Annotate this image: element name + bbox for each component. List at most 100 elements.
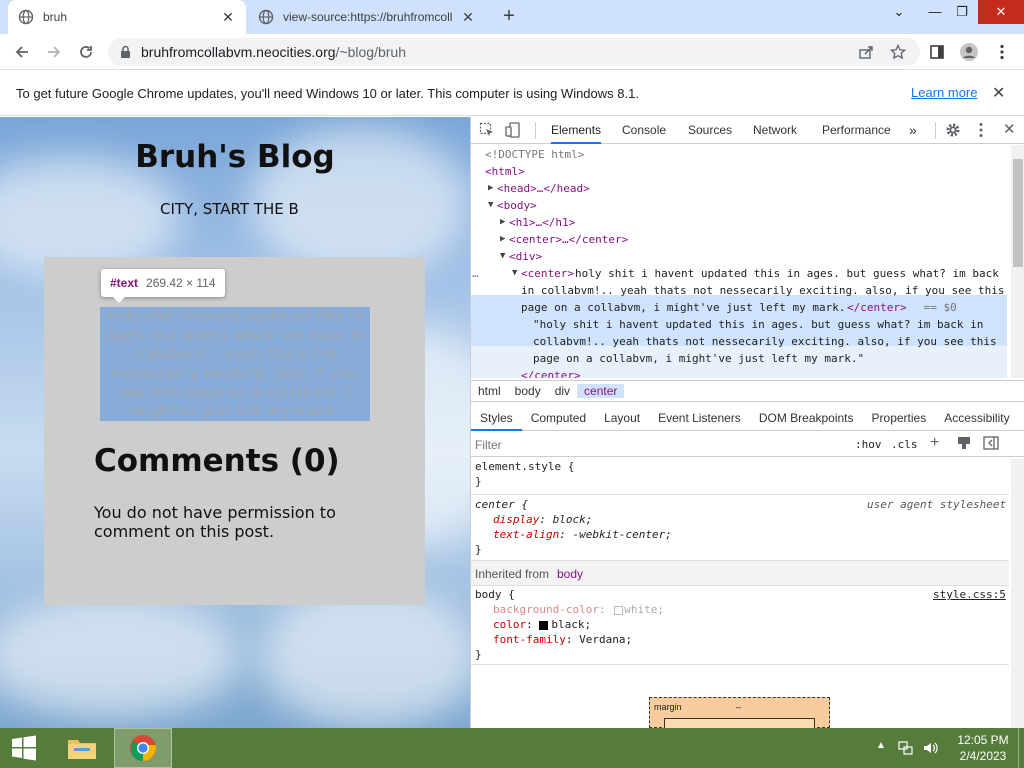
styles-filter-row: :hov .cls +: [471, 432, 1024, 457]
share-button[interactable]: [854, 40, 878, 64]
expand-arrow-icon[interactable]: ▶: [488, 180, 493, 197]
breadcrumb-html[interactable]: html: [471, 384, 508, 398]
back-button[interactable]: [10, 40, 34, 64]
tab-console[interactable]: Console: [622, 117, 666, 144]
close-tab-icon[interactable]: ✕: [460, 9, 476, 26]
breadcrumb-center[interactable]: center: [577, 384, 625, 398]
center-rule-selector[interactable]: center {: [475, 498, 528, 513]
text-node-line[interactable]: collabvm!.. yeah thats not nessecarily e…: [533, 333, 997, 350]
menu-button[interactable]: [990, 40, 1014, 64]
start-button[interactable]: [0, 728, 48, 768]
tab-performance[interactable]: Performance: [822, 117, 891, 144]
toolbar-divider: [535, 122, 536, 139]
tab-search-button[interactable]: ⌄: [882, 0, 916, 24]
system-clock[interactable]: 12:05 PM 2/4/2023: [948, 732, 1018, 764]
new-style-rule-icon[interactable]: +: [930, 434, 939, 452]
subtab-dom-breakpoints[interactable]: DOM Breakpoints: [750, 405, 863, 431]
tab-elements[interactable]: Elements: [551, 117, 602, 144]
toggle-sidebar-icon[interactable]: [983, 436, 999, 453]
rule-close: }: [475, 475, 482, 488]
html-node[interactable]: <html>: [485, 163, 525, 180]
color-swatch[interactable]: [614, 606, 623, 615]
tab-bruh[interactable]: bruh ✕: [8, 0, 246, 34]
elements-scrollbar-thumb[interactable]: [1013, 159, 1023, 267]
body-node[interactable]: <body>: [497, 197, 537, 214]
show-hidden-icons-icon[interactable]: ▲: [876, 740, 886, 751]
hover-state-toggle[interactable]: :hov: [855, 438, 882, 451]
subtab-properties[interactable]: Properties: [863, 405, 936, 431]
expand-arrow-icon[interactable]: ▶: [500, 214, 505, 231]
tab-strip: bruh ✕ view-source:https://bruhfromcoll …: [0, 0, 1024, 34]
volume-icon[interactable]: [922, 740, 938, 759]
close-window-button[interactable]: ✕: [978, 0, 1024, 24]
div-node[interactable]: <div>: [509, 248, 542, 265]
inspect-element-icon[interactable]: [479, 122, 495, 141]
reload-button[interactable]: [74, 40, 98, 64]
side-panel-button[interactable]: [925, 40, 949, 64]
network-icon[interactable]: [898, 740, 914, 759]
breadcrumb-div[interactable]: div: [548, 384, 577, 398]
collapse-arrow-icon[interactable]: ▼: [488, 197, 493, 214]
inspect-tooltip: #text 269.42 × 114: [101, 269, 225, 303]
file-explorer-button[interactable]: [58, 728, 106, 768]
text-node-line[interactable]: page on a collabvm, i might've just left…: [533, 350, 864, 367]
restore-button[interactable]: ❐: [945, 0, 979, 24]
subtab-event-listeners[interactable]: Event Listeners: [649, 405, 750, 431]
style-source-link[interactable]: style.css:5: [933, 588, 1006, 603]
chrome-taskbar-button[interactable]: [114, 728, 172, 768]
tooltip-node-name: #text: [110, 276, 139, 290]
address-bar[interactable]: bruhfromcollabvm.neocities.org/~blog/bru…: [108, 38, 920, 66]
tab-title: bruh: [43, 10, 68, 24]
settings-gear-icon[interactable]: [945, 122, 961, 141]
expand-arrow-icon[interactable]: ▶: [500, 231, 505, 248]
inherited-from-link[interactable]: body: [557, 567, 583, 581]
box-model-diagram[interactable]: margin –: [649, 697, 830, 730]
head-node[interactable]: <head>…</head>: [497, 180, 590, 197]
tab-sources[interactable]: Sources: [688, 117, 732, 144]
h1-node[interactable]: <h1>…</h1>: [509, 214, 575, 231]
class-toggle[interactable]: .cls: [891, 438, 918, 451]
tab-view-source[interactable]: view-source:https://bruhfromcoll ✕: [248, 0, 486, 34]
css-property-value: block;: [552, 513, 593, 526]
collapse-arrow-icon[interactable]: ▼: [512, 265, 517, 282]
learn-more-link[interactable]: Learn more: [911, 85, 977, 100]
collapse-arrow-icon[interactable]: ▼: [500, 248, 505, 265]
box-model-margin-value: –: [736, 702, 742, 712]
devtools-menu-icon[interactable]: [979, 122, 983, 141]
text-node-line[interactable]: "holy shit i havent updated this in ages…: [533, 316, 983, 333]
body-rule-selector[interactable]: body {: [475, 588, 515, 603]
tooltip-arrow: [113, 297, 125, 303]
center-node[interactable]: <center>…</center>: [509, 231, 628, 248]
profile-button[interactable]: [957, 40, 981, 64]
close-tab-icon[interactable]: ✕: [220, 9, 236, 26]
center-open-tag[interactable]: <center>: [521, 265, 574, 282]
element-style-rule[interactable]: element.style {: [475, 460, 574, 475]
node-actions-icon[interactable]: …: [472, 265, 479, 282]
styles-filter-input[interactable]: [475, 435, 835, 454]
subtab-styles[interactable]: Styles: [471, 405, 522, 431]
bookmark-button[interactable]: [886, 40, 910, 64]
device-toolbar-icon[interactable]: [505, 122, 523, 141]
subtab-computed[interactable]: Computed: [522, 405, 595, 431]
color-swatch[interactable]: [539, 621, 548, 630]
folder-icon: [68, 740, 96, 759]
css-property: color: black;: [493, 618, 592, 631]
forward-button[interactable]: [42, 40, 66, 64]
tab-title: view-source:https://bruhfromcoll: [283, 10, 453, 24]
center-end-tag[interactable]: </center>: [521, 367, 581, 378]
lock-icon[interactable]: [120, 45, 131, 59]
back-arrow-icon: [15, 46, 28, 58]
close-devtools-icon[interactable]: ✕: [1003, 120, 1016, 138]
tab-network[interactable]: Network: [753, 117, 797, 144]
styles-scrollbar[interactable]: [1011, 459, 1024, 728]
breadcrumb-body[interactable]: body: [508, 384, 548, 398]
close-infobar-icon[interactable]: ✕: [992, 83, 1005, 103]
doctype-node[interactable]: <!DOCTYPE html>: [485, 146, 584, 163]
star-icon: [890, 44, 906, 60]
subtab-accessibility[interactable]: Accessibility: [935, 405, 1018, 431]
more-tabs-icon[interactable]: »: [909, 117, 917, 144]
computed-styles-icon[interactable]: [957, 436, 971, 453]
new-tab-button[interactable]: +: [498, 6, 520, 28]
subtab-layout[interactable]: Layout: [595, 405, 649, 431]
show-desktop-button[interactable]: [1018, 728, 1024, 768]
